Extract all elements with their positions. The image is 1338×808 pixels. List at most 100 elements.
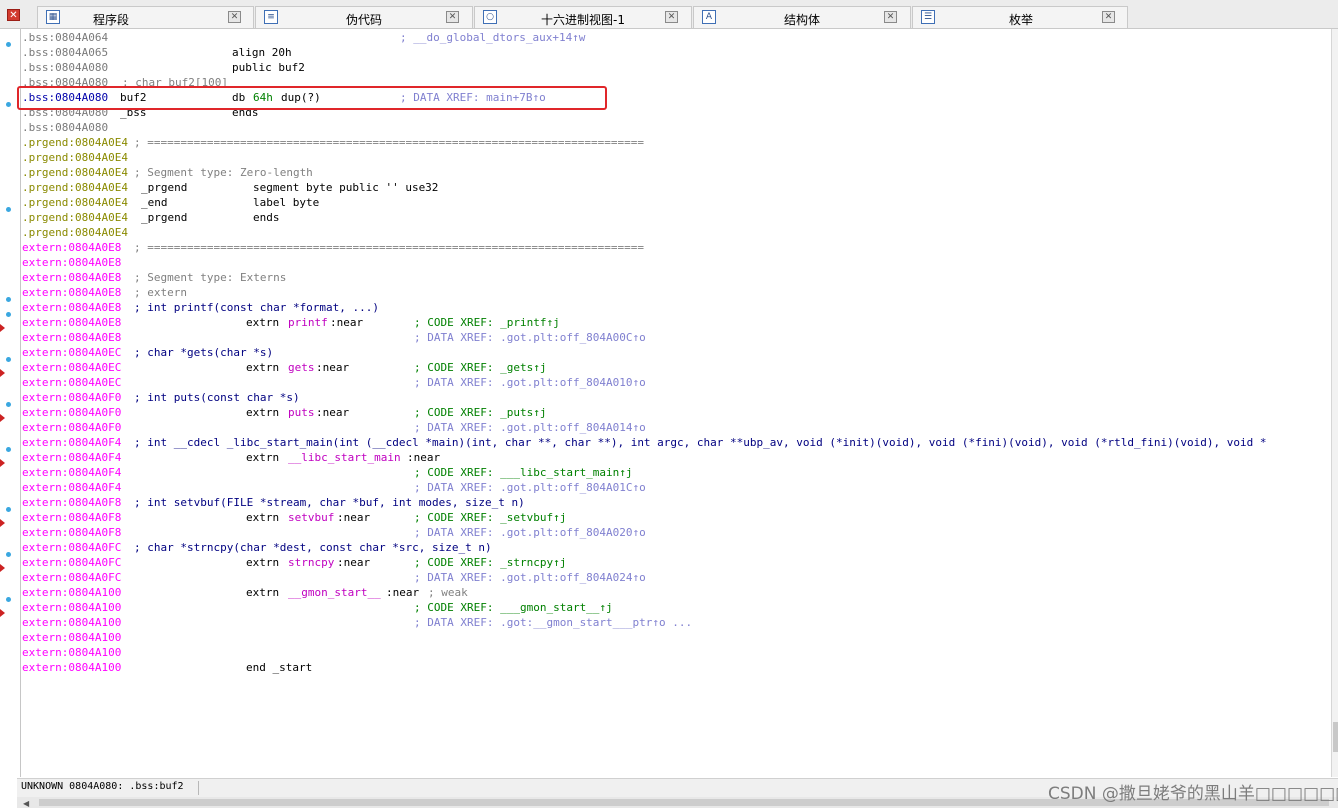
code-line[interactable]: .prgend:0804A0E4 _end label byte xyxy=(22,195,1332,210)
code-line[interactable]: extern:0804A0F8 extrn setvbuf:near ; CODE X… xyxy=(22,510,1332,525)
breakpoint-dot-icon[interactable] xyxy=(6,552,11,557)
line-address: .prgend:0804A0E4 xyxy=(22,226,128,239)
breakpoint-dot-icon[interactable] xyxy=(6,207,11,212)
line-token[interactable]: setvbuf xyxy=(288,510,334,525)
code-line[interactable]: extern:0804A0E8 ; Segment type: Externs xyxy=(22,270,1332,285)
line-token: _prgend xyxy=(141,211,188,224)
line-token[interactable]: printf xyxy=(288,315,328,330)
close-icon[interactable]: ✕ xyxy=(1102,11,1115,23)
line-address: extern:0804A100 xyxy=(22,661,122,674)
code-line[interactable]: extern:0804A0FC ; DATA XREF: .got.plt:off… xyxy=(22,570,1332,585)
code-line[interactable]: extern:0804A0F4 ; DATA XREF: .got.plt:off… xyxy=(22,480,1332,495)
code-line[interactable]: .prgend:0804A0E4 ; Segment type: Zero-len… xyxy=(22,165,1332,180)
tab-enums[interactable]: ☰ 枚举 ✕ xyxy=(912,6,1128,28)
code-line[interactable]: extern:0804A0E8 xyxy=(22,255,1332,270)
code-line[interactable]: extern:0804A100 xyxy=(22,645,1332,660)
code-line[interactable]: extern:0804A0F8 ; int setvbuf(FILE *strea… xyxy=(22,495,1332,510)
line-address: .bss:0804A080 xyxy=(22,121,109,134)
scrollbar-thumb[interactable] xyxy=(1333,722,1338,752)
hex-view-icon: ○ xyxy=(483,10,497,24)
breakpoint-dot-icon[interactable] xyxy=(6,447,11,452)
line-address: extern:0804A0F0 xyxy=(22,391,122,404)
breakpoint-dot-icon[interactable] xyxy=(6,507,11,512)
close-icon[interactable]: ✕ xyxy=(446,11,459,23)
line-address: extern:0804A0E8 xyxy=(22,316,122,329)
line-address: extern:0804A0E8 xyxy=(22,286,122,299)
line-comment: ; ======================================… xyxy=(134,136,644,149)
disassembly-view[interactable]: .bss:0804A064 ; __do_global_dtors_aux+14↑… xyxy=(22,30,1332,775)
code-line[interactable]: extern:0804A0F0 ; int puts(const char *s) xyxy=(22,390,1332,405)
code-line[interactable]: extern:0804A100 ; DATA XREF: .got:__gmon_… xyxy=(22,615,1332,630)
code-line[interactable]: extern:0804A100 end _start xyxy=(22,660,1332,675)
code-line[interactable]: extern:0804A0FC ; char *strncpy(char *des… xyxy=(22,540,1332,555)
code-line[interactable]: extern:0804A100 extrn __gmon_start__:near;… xyxy=(22,585,1332,600)
line-token: ; int setvbuf(FILE *stream, char *buf, i… xyxy=(134,496,525,509)
line-comment: ; weak xyxy=(428,586,468,599)
close-icon[interactable]: ✕ xyxy=(228,11,241,23)
line-token[interactable]: puts xyxy=(288,405,315,420)
code-line[interactable]: .prgend:0804A0E4 xyxy=(22,225,1332,240)
code-line[interactable]: .bss:0804A064 ; __do_global_dtors_aux+14↑… xyxy=(22,30,1332,45)
line-token[interactable]: __gmon_start__ xyxy=(288,585,381,600)
vertical-scrollbar[interactable] xyxy=(1331,29,1338,777)
line-address: extern:0804A100 xyxy=(22,631,122,644)
line-address: .bss:0804A064 xyxy=(22,31,109,44)
line-token[interactable]: strncpy xyxy=(288,555,334,570)
breakpoint-dot-icon[interactable] xyxy=(6,402,11,407)
tab-pseudocode[interactable]: ≡ 伪代码 ✕ xyxy=(255,6,473,28)
code-line[interactable]: extern:0804A0F4 extrn __libc_start_main:ne… xyxy=(22,450,1332,465)
breakpoint-dot-icon[interactable] xyxy=(6,297,11,302)
code-line[interactable]: .bss:0804A080 public buf2 xyxy=(22,60,1332,75)
breakpoint-dot-icon[interactable] xyxy=(6,597,11,602)
line-token[interactable]: __libc_start_main xyxy=(288,450,401,465)
breakpoint-dot-icon[interactable] xyxy=(6,42,11,47)
code-line[interactable]: extern:0804A0EC extrn gets:near ; CODE XREF… xyxy=(22,360,1332,375)
arrows-gutter xyxy=(0,29,21,777)
tab-structures[interactable]: A 结构体 ✕ xyxy=(693,6,911,28)
line-token[interactable]: gets xyxy=(288,360,315,375)
line-comment: ; CODE XREF: _puts↑j xyxy=(414,406,547,419)
tab-program-segment[interactable]: ▦ 程序段 ✕ xyxy=(37,6,254,28)
line-address: extern:0804A0F0 xyxy=(22,421,122,434)
code-line[interactable]: extern:0804A0E8 ; DATA XREF: .got.plt:off… xyxy=(22,330,1332,345)
code-line[interactable]: extern:0804A100 xyxy=(22,630,1332,645)
code-line[interactable]: extern:0804A0F0 extrn puts:near ; CODE XREF… xyxy=(22,405,1332,420)
close-icon[interactable]: ✕ xyxy=(665,11,678,23)
line-token: :near xyxy=(386,586,420,599)
line-token: align 20h xyxy=(232,46,292,59)
code-line[interactable]: extern:0804A0F0 ; DATA XREF: .got.plt:off… xyxy=(22,420,1332,435)
tab-hex-view[interactable]: ○ 十六进制视图-1 ✕ xyxy=(474,6,692,28)
code-line[interactable]: extern:0804A0E8 ; extern xyxy=(22,285,1332,300)
code-line[interactable]: extern:0804A0F4 ; CODE XREF: ___libc_star… xyxy=(22,465,1332,480)
code-line[interactable]: .bss:0804A065 align 20h xyxy=(22,45,1332,60)
code-line[interactable]: extern:0804A0EC ; char *gets(char *s) xyxy=(22,345,1332,360)
breakpoint-dot-icon[interactable] xyxy=(6,312,11,317)
watermark: CSDN @撒旦姥爷的黑山羊□□□□□□ xyxy=(1048,784,1338,804)
code-line[interactable]: extern:0804A0E8 ; int printf(const char *… xyxy=(22,300,1332,315)
code-line[interactable]: .prgend:0804A0E4 _prgend ends xyxy=(22,210,1332,225)
code-line[interactable]: extern:0804A0F8 ; DATA XREF: .got.plt:off… xyxy=(22,525,1332,540)
line-token: public buf2 xyxy=(232,61,305,74)
line-comment: ; DATA XREF: .got:__gmon_start___ptr↑o .… xyxy=(414,616,693,629)
line-comment: ; DATA XREF: .got.plt:off_804A01C↑o xyxy=(414,481,646,494)
breakpoint-dot-icon[interactable] xyxy=(6,357,11,362)
line-address: extern:0804A0E8 xyxy=(22,241,122,254)
code-line[interactable]: .prgend:0804A0E4 _prgend segment byte publ… xyxy=(22,180,1332,195)
line-token: ; char *gets(char *s) xyxy=(134,346,274,359)
code-line[interactable]: extern:0804A0E8 ; =======================… xyxy=(22,240,1332,255)
code-line[interactable]: extern:0804A0FC extrn strncpy:near ; CODE X… xyxy=(22,555,1332,570)
code-line[interactable]: .prgend:0804A0E4 ; ======================… xyxy=(22,135,1332,150)
close-window-icon[interactable]: ✕ xyxy=(7,9,20,21)
line-token: extrn xyxy=(246,556,280,569)
code-line[interactable]: .prgend:0804A0E4 xyxy=(22,150,1332,165)
code-line[interactable]: extern:0804A100 ; CODE XREF: ___gmon_star… xyxy=(22,600,1332,615)
close-icon[interactable]: ✕ xyxy=(884,11,897,23)
breakpoint-dot-icon[interactable] xyxy=(6,102,11,107)
code-line[interactable]: extern:0804A0F4 ; int __cdecl _libc_start… xyxy=(22,435,1332,450)
line-address: extern:0804A0E8 xyxy=(22,331,122,344)
code-line[interactable]: .bss:0804A080 xyxy=(22,120,1332,135)
code-line[interactable]: extern:0804A0EC ; DATA XREF: .got.plt:off… xyxy=(22,375,1332,390)
scroll-left-icon[interactable]: ◀ xyxy=(23,799,29,808)
code-line[interactable]: extern:0804A0E8 extrn printf:near ; CODE XR… xyxy=(22,315,1332,330)
line-address: extern:0804A0F0 xyxy=(22,406,122,419)
